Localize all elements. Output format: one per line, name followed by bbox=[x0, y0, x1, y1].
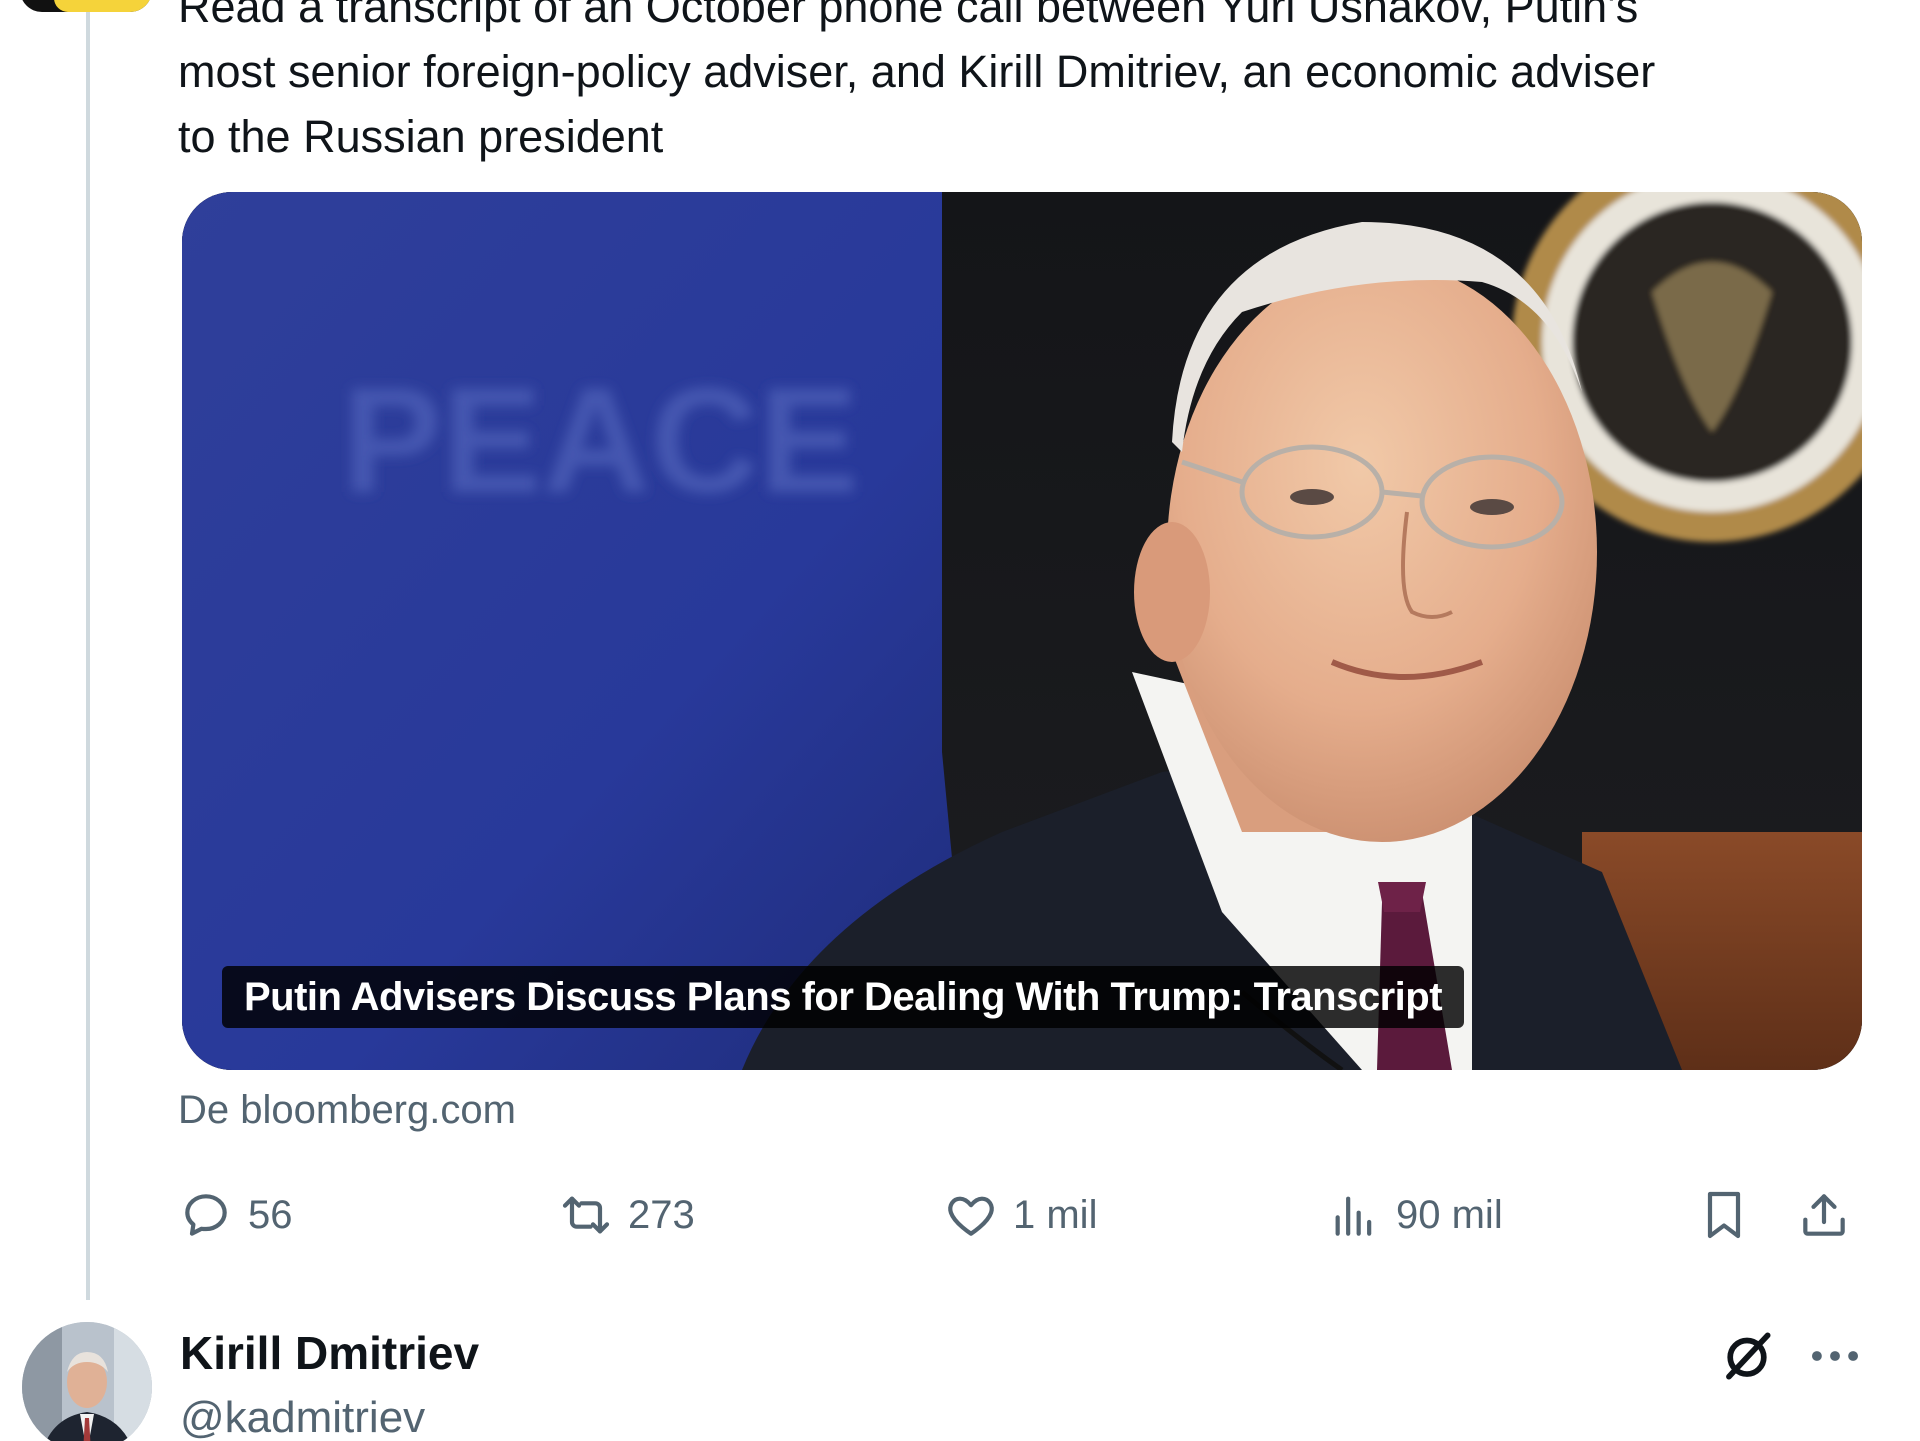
repost-icon bbox=[562, 1196, 610, 1234]
previous-author-avatar[interactable] bbox=[20, 0, 152, 12]
link-preview-card[interactable]: PEACE bbox=[182, 192, 1862, 1070]
thread-connector-line bbox=[86, 0, 90, 1300]
preview-image: PEACE bbox=[182, 192, 1862, 1070]
author-name[interactable]: Kirill Dmitriev bbox=[180, 1325, 479, 1381]
share-button[interactable] bbox=[1796, 1180, 1852, 1250]
bookmark-button[interactable] bbox=[1696, 1180, 1752, 1250]
author-avatar[interactable] bbox=[22, 1322, 152, 1441]
reply-button[interactable]: 56 bbox=[178, 1180, 293, 1250]
analytics-icon bbox=[1335, 1196, 1372, 1236]
share-icon bbox=[1803, 1194, 1845, 1236]
author-handle[interactable]: @kadmitriev bbox=[180, 1390, 425, 1441]
heart-icon bbox=[948, 1196, 994, 1236]
like-button[interactable]: 1 mil bbox=[943, 1180, 1097, 1250]
link-source[interactable]: De bloomberg.com bbox=[178, 1080, 516, 1140]
tweet-thread: Read a transcript of an October phone ca… bbox=[0, 0, 1920, 1441]
grok-icon[interactable] bbox=[1716, 1325, 1778, 1387]
like-count: 1 mil bbox=[1013, 1192, 1098, 1237]
more-options-icon[interactable] bbox=[1804, 1325, 1866, 1387]
tweet-action-bar: 56 273 1 mil 90 mil bbox=[178, 1180, 1878, 1250]
bookmark-icon bbox=[1707, 1191, 1741, 1239]
reply-count: 56 bbox=[248, 1192, 293, 1237]
repost-count: 273 bbox=[628, 1192, 695, 1237]
card-caption[interactable]: Putin Advisers Discuss Plans for Dealing… bbox=[222, 966, 1465, 1028]
banner-sign-text: PEACE bbox=[342, 356, 859, 524]
avatar-photo bbox=[22, 1322, 152, 1441]
views-count: 90 mil bbox=[1396, 1192, 1503, 1237]
repost-button[interactable]: 273 bbox=[558, 1180, 695, 1250]
avatar-badge bbox=[54, 0, 152, 12]
views-button[interactable]: 90 mil bbox=[1326, 1180, 1503, 1250]
tweet-text: Read a transcript of an October phone ca… bbox=[178, 0, 1656, 162]
reply-icon bbox=[185, 1194, 227, 1236]
